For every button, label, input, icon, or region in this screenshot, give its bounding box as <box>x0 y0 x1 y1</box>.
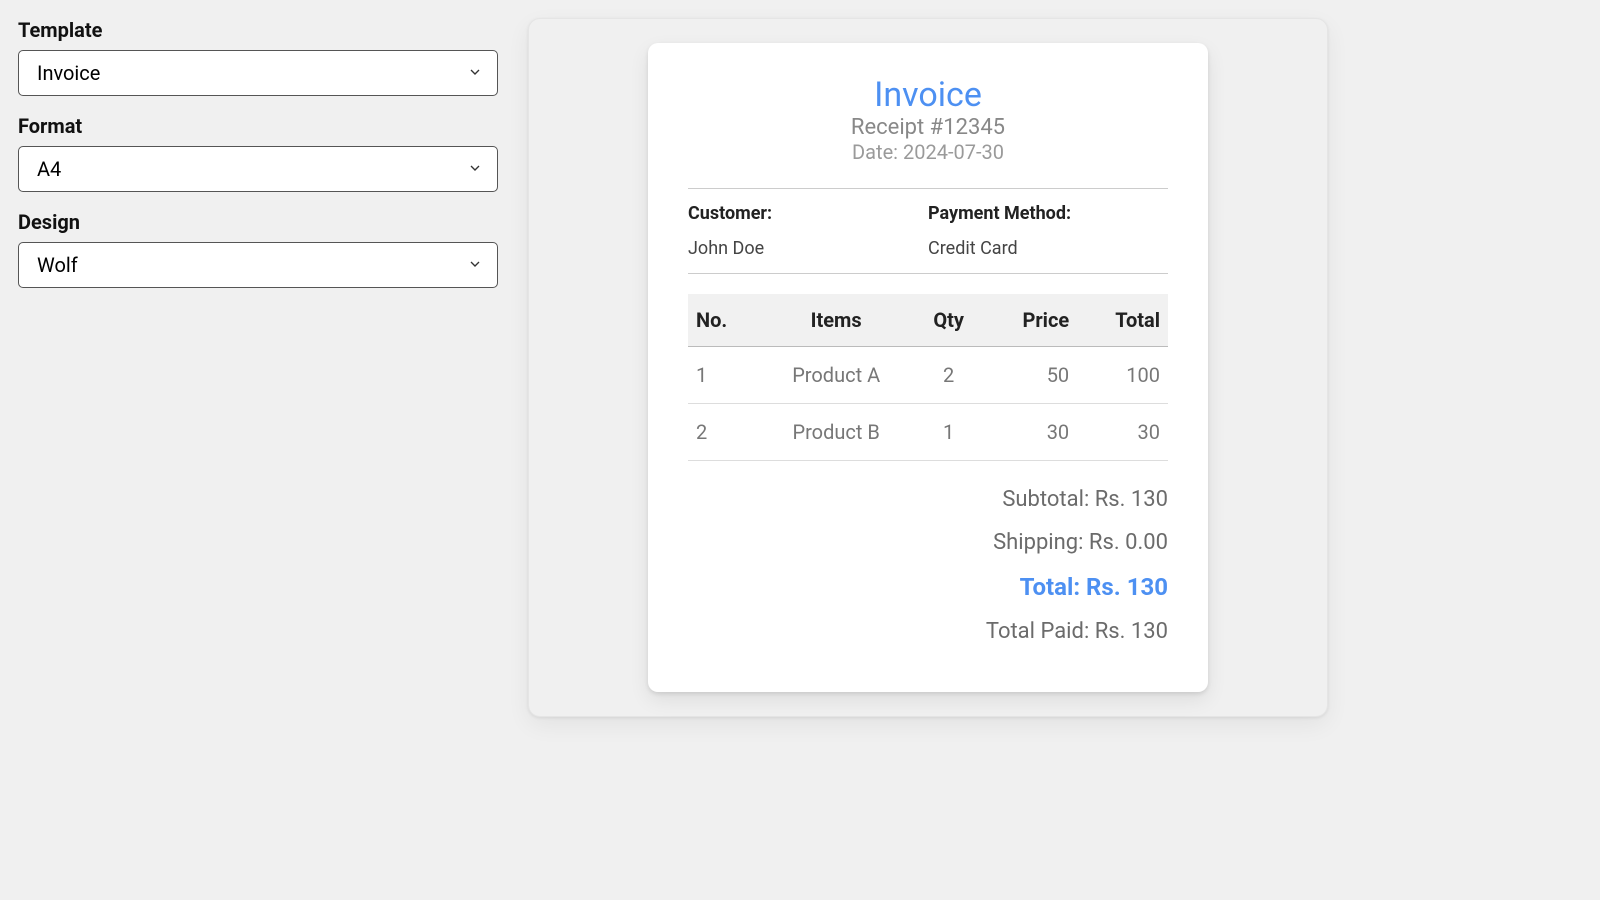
invoice-date: Date: 2024-07-30 <box>688 140 1168 164</box>
customer-label: Customer: <box>688 203 928 224</box>
payment-method-value: Credit Card <box>928 238 1168 259</box>
template-label: Template <box>18 18 498 42</box>
col-qty: Qty <box>914 294 984 347</box>
col-price: Price <box>983 294 1077 347</box>
divider <box>688 188 1168 189</box>
chevron-down-icon <box>467 157 483 181</box>
preview-panel: Invoice Receipt #12345 Date: 2024-07-30 … <box>528 18 1328 717</box>
total-paid-line: Total Paid: Rs. 130 <box>688 619 1168 644</box>
col-total: Total <box>1077 294 1168 347</box>
cell-item: Product B <box>759 404 914 461</box>
template-select-value: Invoice <box>37 61 100 85</box>
cell-price: 30 <box>983 404 1077 461</box>
totals-block: Subtotal: Rs. 130 Shipping: Rs. 0.00 Tot… <box>688 487 1168 644</box>
cell-total: 100 <box>1077 347 1168 404</box>
chevron-down-icon <box>467 61 483 85</box>
table-row: 2 Product B 1 30 30 <box>688 404 1168 461</box>
receipt-number: Receipt #12345 <box>688 115 1168 140</box>
shipping-line: Shipping: Rs. 0.00 <box>688 530 1168 555</box>
subtotal-line: Subtotal: Rs. 130 <box>688 487 1168 512</box>
cell-no: 1 <box>688 347 759 404</box>
cell-item: Product A <box>759 347 914 404</box>
info-row: Customer: John Doe Payment Method: Credi… <box>688 203 1168 259</box>
cell-no: 2 <box>688 404 759 461</box>
design-label: Design <box>18 210 498 234</box>
invoice-card: Invoice Receipt #12345 Date: 2024-07-30 … <box>648 43 1208 692</box>
payment-method-label: Payment Method: <box>928 203 1168 224</box>
format-select-value: A4 <box>37 157 61 181</box>
divider <box>688 273 1168 274</box>
col-no: No. <box>688 294 759 347</box>
total-line: Total: Rs. 130 <box>688 573 1168 601</box>
format-select[interactable]: A4 <box>18 146 498 192</box>
customer-value: John Doe <box>688 238 928 259</box>
invoice-title: Invoice <box>688 75 1168 115</box>
items-table: No. Items Qty Price Total 1 Product A 2 … <box>688 294 1168 461</box>
chevron-down-icon <box>467 253 483 277</box>
design-select[interactable]: Wolf <box>18 242 498 288</box>
settings-sidebar: Template Invoice Format A4 Design Wolf <box>18 18 498 717</box>
col-items: Items <box>759 294 914 347</box>
table-row: 1 Product A 2 50 100 <box>688 347 1168 404</box>
template-select[interactable]: Invoice <box>18 50 498 96</box>
cell-total: 30 <box>1077 404 1168 461</box>
cell-qty: 1 <box>914 404 984 461</box>
design-select-value: Wolf <box>37 253 78 277</box>
cell-qty: 2 <box>914 347 984 404</box>
cell-price: 50 <box>983 347 1077 404</box>
format-label: Format <box>18 114 498 138</box>
